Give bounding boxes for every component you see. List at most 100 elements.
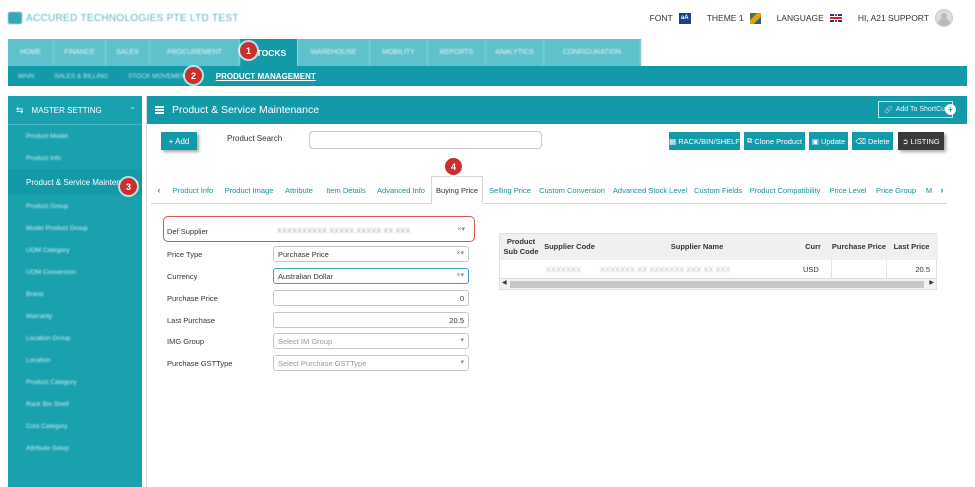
page-title: Product & Service Maintenance	[172, 104, 320, 116]
col-purchase-price[interactable]: Purchase Price	[829, 234, 889, 260]
col-last-price[interactable]: Last Price	[889, 234, 934, 260]
sidebar-header[interactable]: ⇆ MASTER SETTING ⌃	[8, 96, 142, 125]
col-supplier-code[interactable]: Supplier Code	[542, 234, 597, 260]
sidebar-item-product-category[interactable]: Product Category	[8, 371, 142, 393]
tab-price-level[interactable]: Price Level	[829, 176, 867, 204]
tab-advanced-info[interactable]: Advanced Info	[375, 176, 427, 204]
sidebar-item-uom-conversion[interactable]: UOM Conversion	[8, 261, 142, 283]
top-bar: ACCURED TECHNOLOGIES PTE LTD TEST FONT a…	[0, 0, 975, 36]
sidebar-item-rack-bin-shelf[interactable]: Rack Bin Shelf	[8, 393, 142, 415]
subnav-product-management[interactable]: PRODUCT MANAGEMENT	[206, 72, 326, 81]
module-tab-analytics[interactable]: ANALYTICS	[486, 39, 544, 66]
tab-selling-price[interactable]: Selling Price	[487, 176, 533, 204]
col-supplier-name[interactable]: Supplier Name	[597, 234, 797, 260]
scroll-right-icon[interactable]: ▶	[929, 279, 934, 286]
sidebar-item-product-group[interactable]: Product Group	[8, 195, 142, 217]
user-greeting[interactable]: HI, A21 SUPPORT	[858, 13, 929, 23]
col-curr[interactable]: Curr	[797, 234, 829, 260]
module-tab-sales[interactable]: SALES	[106, 39, 150, 66]
step-badge-4: 4	[445, 158, 462, 175]
cell-sub-code	[504, 260, 542, 278]
product-search-input[interactable]	[309, 131, 542, 149]
theme-icon[interactable]	[749, 12, 761, 24]
subnav-main[interactable]: MAIN	[8, 73, 44, 80]
purchase-price-row: Purchase Price 0	[167, 290, 473, 308]
tab-buying-price[interactable]: Buying Price	[431, 176, 483, 204]
product-tabs: ‹ Product Info Product Image Attribute I…	[151, 176, 947, 204]
sidebar-item-cost-category[interactable]: Cost Category	[8, 415, 142, 437]
scroll-thumb[interactable]	[510, 281, 924, 288]
link-icon: 🔗	[884, 106, 893, 114]
module-tab-warehouse[interactable]: WAREHOUSE	[298, 39, 370, 66]
grid-horizontal-scrollbar[interactable]: ◀ ▶	[500, 278, 936, 289]
price-type-select[interactable]: Purchase Price ×▾	[273, 246, 469, 262]
tab-product-compatibility[interactable]: Product Compatibility	[749, 176, 821, 204]
currency-select[interactable]: Australian Dollar ×▾	[273, 268, 469, 284]
cell-last-price: 20.5	[915, 264, 930, 274]
module-tab-reports[interactable]: REPORTS	[428, 39, 486, 66]
sidebar-item-product-info[interactable]: Product Info	[8, 147, 142, 169]
clear-dropdown-icon[interactable]: ×▾	[457, 225, 465, 233]
tab-custom-conversion[interactable]: Custom Conversion	[539, 176, 605, 204]
currency-row: Currency Australian Dollar ×▾	[167, 268, 473, 286]
col-product-sub-code[interactable]: Product Sub Code	[500, 234, 542, 260]
add-button[interactable]: + Add	[161, 132, 197, 150]
chevron-down-icon[interactable]: ▾	[460, 358, 464, 366]
tab-advanced-stock-level[interactable]: Advanced Stock Level	[613, 176, 687, 204]
tab-attribute[interactable]: Attribute	[281, 176, 317, 204]
sidebar-item-brand[interactable]: Brand	[8, 283, 142, 305]
sidebar-item-product-model[interactable]: Product Model	[8, 125, 142, 147]
clone-icon: ⧉	[747, 136, 753, 145]
sidebar-item-uom-category[interactable]: UOM Category	[8, 239, 142, 261]
tab-price-group[interactable]: Price Group	[875, 176, 917, 204]
uk-flag-icon[interactable]	[829, 14, 842, 22]
clone-product-button[interactable]: ⧉ Clone Product	[744, 132, 805, 150]
table-row[interactable]: XXXXXXX XXXXXXX XX XXXXXXX XXX XX XXX US…	[500, 260, 938, 278]
tab-scroll-right-icon[interactable]: ›	[936, 180, 948, 200]
update-button[interactable]: ▣ Update	[809, 132, 848, 150]
subnav-sales-billing[interactable]: SALES & BILLING	[44, 73, 118, 80]
sidebar-item-location[interactable]: Location	[8, 349, 142, 371]
module-tab-mobility[interactable]: MOBILITY	[370, 39, 428, 66]
menu-icon[interactable]	[155, 106, 164, 114]
module-tab-finance[interactable]: FINANCE	[54, 39, 106, 66]
grid-header: Product Sub Code Supplier Code Supplier …	[500, 234, 938, 260]
tab-product-info[interactable]: Product Info	[169, 176, 217, 204]
module-tab-procurement[interactable]: PROCUREMENT	[150, 39, 240, 66]
img-group-select[interactable]: Select IM Group ▾	[273, 333, 469, 349]
tab-item-details[interactable]: Item Details	[323, 176, 369, 204]
font-size-icon[interactable]: aA	[678, 12, 691, 24]
module-tab-configuration[interactable]: CONFIGURATION	[544, 39, 641, 66]
sidebar: ⇆ MASTER SETTING ⌃ Product Model Product…	[8, 96, 142, 487]
sidebar-item-model-product-group[interactable]: Model Product Group	[8, 217, 142, 239]
avatar[interactable]	[935, 9, 953, 27]
purchase-price-input[interactable]: 0	[273, 290, 469, 306]
clear-dropdown-icon[interactable]: ×▾	[456, 271, 464, 279]
company-logo[interactable]: ACCURED TECHNOLOGIES PTE LTD TEST	[8, 12, 239, 24]
tab-custom-fields[interactable]: Custom Fields	[693, 176, 743, 204]
last-purchase-input[interactable]: 20.5	[273, 312, 469, 328]
img-group-row: IMG Group Select IM Group ▾	[167, 333, 473, 351]
rack-bin-shelf-button[interactable]: ▦ RACK/BIN/SHELF	[669, 132, 740, 150]
product-search-label: Product Search	[227, 134, 283, 143]
chevron-up-icon[interactable]: ⌃	[129, 106, 136, 115]
sidebar-item-warranty[interactable]: Warranty	[8, 305, 142, 327]
sidebar-item-location-group[interactable]: Location Group	[8, 327, 142, 349]
tab-more[interactable]: M	[923, 176, 935, 204]
supplier-grid: Product Sub Code Supplier Code Supplier …	[499, 233, 938, 290]
def-supplier-select[interactable]: XXXXXXXXXX XXXXX XXXXX XX XXX ×▾	[273, 223, 469, 239]
scroll-left-icon[interactable]: ◀	[502, 279, 507, 286]
delete-button[interactable]: ⌫ Delete	[852, 132, 893, 150]
sidebar-item-attribute-setup[interactable]: Attribute Setup	[8, 437, 142, 459]
clear-dropdown-icon[interactable]: ×▾	[456, 249, 464, 257]
step-badge-2: 2	[185, 67, 202, 84]
purchase-gst-label: Purchase GSTType	[167, 359, 233, 368]
chevron-down-icon[interactable]: ▾	[460, 336, 464, 344]
tab-product-image[interactable]: Product Image	[223, 176, 275, 204]
add-to-shortcut-button[interactable]: 🔗 Add To ShortCut +	[878, 101, 956, 118]
module-tabs: HOME FINANCE SALES PROCUREMENT STOCKS WA…	[8, 39, 641, 66]
purchase-gst-select[interactable]: Select Purchase GSTType ▾	[273, 355, 469, 371]
tab-scroll-left-icon[interactable]: ‹	[153, 180, 165, 200]
module-tab-home[interactable]: HOME	[8, 39, 54, 66]
listing-button[interactable]: ➲ LISTING	[898, 132, 944, 150]
